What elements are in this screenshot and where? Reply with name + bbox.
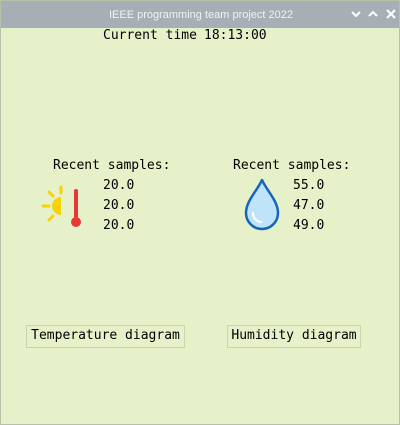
temperature-recent-label: Recent samples: bbox=[53, 158, 171, 173]
minimize-button[interactable] bbox=[349, 7, 363, 21]
water-drop-icon bbox=[241, 177, 283, 236]
sun-thermometer-icon bbox=[39, 183, 87, 236]
chevron-up-icon bbox=[368, 10, 378, 17]
humidity-sample-1: 55.0 bbox=[293, 178, 325, 193]
app-window: IEEE programming team project 2022 Curre… bbox=[0, 0, 400, 425]
window-title: IEEE programming team project 2022 bbox=[108, 9, 294, 21]
current-time-label: Current time bbox=[103, 28, 197, 43]
close-icon bbox=[386, 9, 396, 19]
temperature-diagram-button[interactable]: Temperature diagram bbox=[26, 325, 185, 348]
humidity-diagram-button[interactable]: Humidity diagram bbox=[227, 325, 361, 348]
chevron-down-icon bbox=[351, 11, 361, 18]
title-bar[interactable]: IEEE programming team project 2022 bbox=[1, 1, 399, 28]
temperature-sample-1: 20.0 bbox=[103, 178, 135, 193]
temperature-sample-3: 20.0 bbox=[103, 218, 135, 233]
temperature-sample-2: 20.0 bbox=[103, 198, 135, 213]
maximize-button[interactable] bbox=[366, 7, 380, 21]
current-time-value: 18:13:00 bbox=[204, 28, 267, 43]
humidity-sample-2: 47.0 bbox=[293, 198, 325, 213]
humidity-sample-3: 49.0 bbox=[293, 218, 325, 233]
close-button[interactable] bbox=[384, 7, 398, 21]
humidity-recent-label: Recent samples: bbox=[233, 158, 351, 173]
